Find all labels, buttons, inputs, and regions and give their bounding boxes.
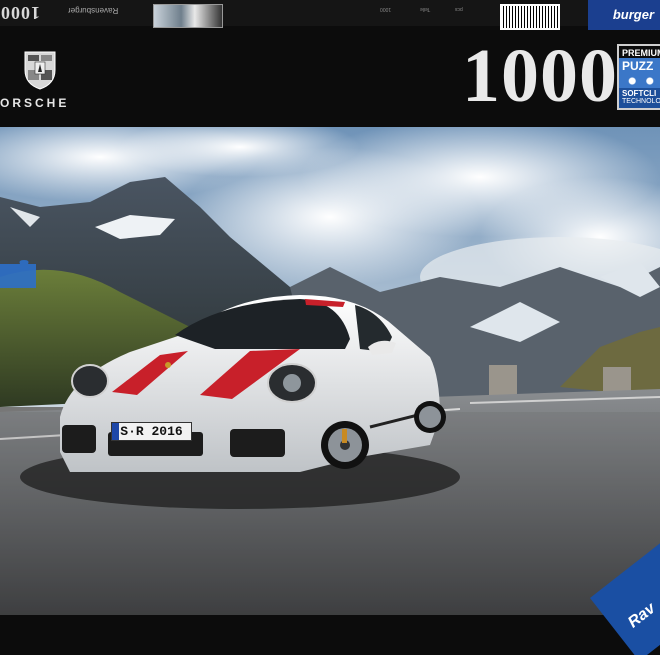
fine-print-1: 1000	[380, 6, 392, 12]
badge-line-technology: TECHNOLO	[619, 98, 660, 108]
ravensburger-logo-top: burger	[588, 0, 660, 30]
box-cover-photo	[0, 127, 660, 615]
puzzle-box: 1000 Ravensburger 1000 Teile pcs burger …	[0, 0, 660, 655]
porsche-wordmark: ORSCHE	[0, 96, 70, 110]
badge-line-softclick: SOFTCLI	[619, 88, 660, 98]
piece-count: 1000	[462, 34, 618, 118]
license-plate-text: S·R 2016	[120, 424, 183, 439]
porsche-mountain-scene	[0, 127, 660, 615]
badge-line-puzzle: PUZZ	[619, 58, 660, 74]
fine-print-3: pcs	[455, 6, 463, 12]
premium-puzzle-badge: PREMIUM PUZZ SOFTCLI TECHNOLO	[617, 44, 660, 110]
box-thumbnail	[153, 4, 223, 28]
flipped-piece-count: 1000	[0, 3, 40, 23]
top-edge-strip: 1000 Ravensburger 1000 Teile pcs burger	[0, 0, 660, 30]
flipped-brand-label: Ravensburger	[68, 6, 119, 15]
barcode	[500, 4, 560, 30]
license-plate: S·R 2016	[111, 422, 192, 441]
badge-swirl-icon	[619, 74, 660, 88]
bottom-band	[0, 615, 660, 655]
porsche-crest-icon	[24, 51, 56, 90]
badge-line-premium: PREMIUM	[622, 48, 660, 58]
fine-print-2: Teile	[420, 6, 431, 12]
eu-strip	[112, 423, 119, 440]
top-band: 1000 Ravensburger 1000 Teile pcs burger …	[0, 0, 660, 126]
puzzle-piece-icon	[0, 260, 36, 288]
